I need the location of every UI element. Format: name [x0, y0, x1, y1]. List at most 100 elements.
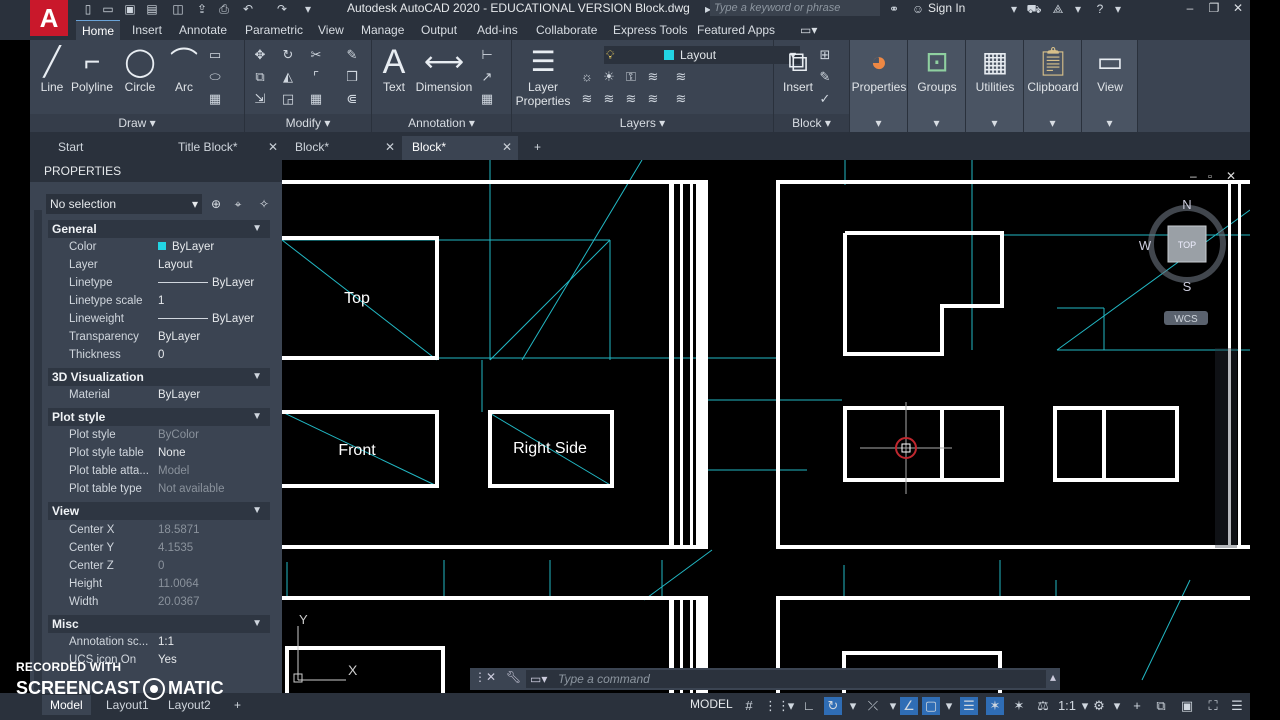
- tab-express-tools[interactable]: Express Tools: [607, 20, 693, 40]
- close-button[interactable]: ✕: [1228, 0, 1248, 16]
- block-attribute-icon[interactable]: ✓: [816, 90, 834, 108]
- viewcube-face[interactable]: TOP: [1178, 240, 1196, 250]
- annotation-panel-title[interactable]: Annotation ▾: [372, 114, 511, 132]
- prop-plot-style[interactable]: Plot style ByColor: [48, 426, 270, 444]
- undo-icon[interactable]: ↶: [240, 1, 256, 17]
- prop-plot-table-type[interactable]: Plot table type Not available: [48, 480, 270, 498]
- layer-match-icon[interactable]: ≋: [644, 68, 662, 86]
- prop-center-z[interactable]: Center Z0: [48, 557, 270, 575]
- user-icon[interactable]: ☺: [910, 1, 926, 17]
- redo-icon[interactable]: ↷: [274, 1, 290, 17]
- tab-home[interactable]: Home: [76, 20, 121, 40]
- layer-isolate-icon[interactable]: ≋: [672, 68, 690, 86]
- block-panel-title[interactable]: Block ▾: [774, 114, 849, 132]
- compass-s[interactable]: S: [1183, 279, 1192, 294]
- edit-block-icon[interactable]: ✎: [816, 68, 834, 86]
- stretch-icon[interactable]: ⇲: [251, 90, 269, 108]
- prop-layer[interactable]: Layer Layout: [48, 256, 270, 274]
- quick-select-icon[interactable]: ✧: [256, 196, 272, 212]
- object-tracking-icon[interactable]: ∠: [900, 697, 918, 715]
- section-plot-style[interactable]: Plot style ▼: [48, 408, 270, 426]
- copy-icon[interactable]: ⧉: [251, 68, 269, 86]
- properties-tool[interactable]: ◕ Properties: [851, 44, 907, 94]
- dropdown-icon[interactable]: ▾: [1108, 697, 1126, 715]
- doc-tab-title-block[interactable]: Title Block* ✕: [168, 136, 284, 160]
- restore-button[interactable]: ❐: [1204, 0, 1224, 16]
- tab-output[interactable]: Output: [415, 20, 463, 40]
- wcs-menu[interactable]: WCS: [1174, 314, 1198, 325]
- clipboard-tool[interactable]: 📋︎ Clipboard: [1025, 44, 1081, 94]
- isodraft-icon[interactable]: ⤫: [864, 697, 882, 715]
- tab-add-ins[interactable]: Add-ins: [471, 20, 524, 40]
- annotation-visibility-icon[interactable]: ✶: [986, 697, 1004, 715]
- dropdown-icon[interactable]: ▾: [782, 697, 800, 715]
- layer-lock-icon[interactable]: ⚿: [622, 68, 640, 86]
- hatch-icon[interactable]: ▦: [206, 90, 224, 108]
- doc-tab-start[interactable]: Start: [48, 136, 168, 160]
- new-file-icon[interactable]: ▯: [80, 1, 96, 17]
- drawing-canvas[interactable]: Top Front Right Side TOP N S W WCS – ▫ ✕: [282, 160, 1250, 693]
- command-input[interactable]: ▭▾ Type a command: [526, 670, 1046, 688]
- doc-tab-block[interactable]: Block* ✕: [285, 136, 401, 160]
- customize-wrench-icon[interactable]: 🔧︎: [506, 670, 521, 684]
- search-input[interactable]: Type a keyword or phrase: [710, 0, 880, 16]
- properties-expand[interactable]: ▾: [850, 114, 907, 132]
- clean-screen-icon[interactable]: ⛶: [1204, 697, 1222, 715]
- view-panel[interactable]: ▭ View ▾: [1082, 40, 1138, 132]
- ellipse-icon[interactable]: ⬭: [206, 68, 224, 86]
- model-space-button[interactable]: MODEL: [690, 697, 733, 711]
- osnap-icon[interactable]: ▢: [922, 697, 940, 715]
- prop-linetype[interactable]: Linetype ByLayer: [48, 274, 270, 292]
- trim-icon[interactable]: ✂: [307, 46, 325, 64]
- dropdown-icon[interactable]: ▾: [940, 697, 958, 715]
- lineweight-icon[interactable]: ☰: [960, 697, 978, 715]
- select-objects-icon[interactable]: ⌖: [230, 196, 246, 212]
- tab-view[interactable]: View: [312, 20, 350, 40]
- polar-icon[interactable]: ↻: [824, 697, 842, 715]
- cmd-expand-icon[interactable]: ▴: [1050, 670, 1056, 684]
- groups-tool[interactable]: ⊡ Groups: [909, 44, 965, 94]
- dropdown-icon[interactable]: ▾: [1110, 1, 1126, 17]
- create-block-icon[interactable]: ⊞: [816, 46, 834, 64]
- viewport-restore-icon[interactable]: ▫: [1208, 171, 1212, 183]
- dropdown-icon[interactable]: ▾: [844, 697, 862, 715]
- utilities-panel[interactable]: ▦ Utilities ▾: [966, 40, 1024, 132]
- section-3d-visualization[interactable]: 3D Visualization ▼: [48, 368, 270, 386]
- modify-panel-title[interactable]: Modify ▾: [245, 114, 371, 132]
- layer-delete-icon[interactable]: ≋: [644, 90, 662, 108]
- section-view[interactable]: View ▼: [48, 502, 270, 520]
- save-as-icon[interactable]: ▤: [144, 1, 160, 17]
- cmd-close-icon[interactable]: ✕: [486, 670, 496, 684]
- autoscale-icon[interactable]: ✶: [1010, 697, 1028, 715]
- dropdown-icon[interactable]: ▾: [1006, 1, 1022, 17]
- viewport-close-icon[interactable]: ✕: [1226, 169, 1236, 183]
- drawing-area[interactable]: Top Front Right Side TOP N S W WCS – ▫ ✕: [282, 160, 1250, 693]
- prop-center-x[interactable]: Center X 18.5871: [48, 521, 270, 539]
- tab-manage[interactable]: Manage: [355, 20, 410, 40]
- layer-merge-icon[interactable]: ≋: [622, 90, 640, 108]
- layer-freeze-icon[interactable]: ☼: [578, 68, 596, 86]
- prop-center-y[interactable]: Center Y 4.1535: [48, 539, 270, 557]
- app-logo[interactable]: A: [30, 0, 68, 36]
- selection-dropdown[interactable]: No selection ▾: [46, 194, 202, 214]
- minimize-button[interactable]: –: [1180, 0, 1200, 16]
- layer-copy-icon[interactable]: ≋: [600, 90, 618, 108]
- navigation-bar[interactable]: [1215, 348, 1237, 548]
- tab-insert[interactable]: Insert: [126, 20, 168, 40]
- close-icon[interactable]: ✕: [385, 136, 395, 158]
- close-icon[interactable]: ✕: [502, 136, 512, 158]
- dropdown-icon[interactable]: ▾: [1070, 1, 1086, 17]
- isolate-objects-icon[interactable]: ⧉: [1152, 697, 1170, 715]
- palette-side-bar[interactable]: [34, 210, 42, 690]
- rotate-icon[interactable]: ↻: [279, 46, 297, 64]
- linear-dim-icon[interactable]: ⊢: [478, 46, 496, 64]
- viewport-minimize-icon[interactable]: –: [1190, 169, 1197, 183]
- new-tab-button[interactable]: +: [524, 136, 544, 160]
- print-icon[interactable]: ⎙: [216, 1, 232, 17]
- cart-icon[interactable]: ⛟: [1026, 1, 1042, 17]
- compass-w[interactable]: W: [1139, 238, 1152, 253]
- video-icon[interactable]: ▭▾: [794, 20, 823, 40]
- utilities-expand[interactable]: ▾: [966, 114, 1023, 132]
- close-icon[interactable]: ✕: [268, 136, 278, 158]
- draw-panel-title[interactable]: Draw ▾: [30, 114, 244, 132]
